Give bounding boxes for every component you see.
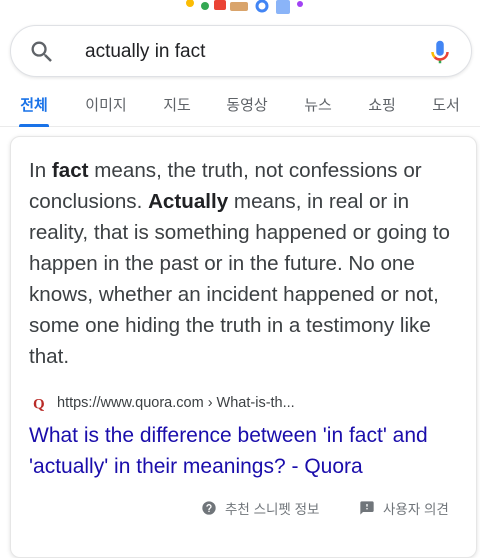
source-url: https://www.quora.com › What-is-th... [57, 395, 295, 411]
tab-label: 전체 [20, 97, 48, 114]
help-icon [202, 501, 216, 515]
tab-label: 도서 [432, 97, 460, 114]
tab-news[interactable]: 뉴스 [304, 88, 332, 126]
tab-label: 동영상 [226, 97, 268, 114]
feedback-link[interactable]: 사용자 의견 [359, 496, 449, 520]
about-snippet-link[interactable]: 추천 스니펫 정보 [201, 496, 319, 520]
mic-icon[interactable] [425, 37, 455, 67]
tab-label: 뉴스 [304, 97, 332, 114]
tab-maps[interactable]: 지도 [163, 88, 191, 126]
tab-label: 지도 [163, 97, 191, 114]
feedback-label: 사용자 의견 [383, 502, 449, 517]
tab-videos[interactable]: 동영상 [225, 88, 269, 126]
search-icon[interactable] [28, 38, 56, 66]
search-tabs: 전체 이미지 지도 동영상 뉴스 쇼핑 도서 [0, 88, 480, 127]
tab-label: 이미지 [85, 97, 127, 114]
svg-text:Q: Q [33, 397, 45, 412]
tab-all[interactable]: 전체 [19, 88, 49, 127]
snippet-text: In fact means, the truth, not confession… [29, 159, 450, 368]
feedback-icon [360, 501, 374, 515]
about-snippet-label: 추천 스니펫 정보 [225, 502, 320, 517]
snippet-bold-term: fact [51, 159, 89, 182]
snippet-bold-term: Actually [148, 190, 229, 213]
result-title-link[interactable]: What is the difference between 'in fact'… [29, 420, 469, 482]
tab-images[interactable]: 이미지 [84, 88, 128, 126]
source-citation[interactable]: Q https://www.quora.com › What-is-th... [31, 394, 295, 412]
search-input[interactable] [85, 39, 415, 65]
tab-label: 쇼핑 [368, 97, 396, 114]
tab-books[interactable]: 도서 [431, 88, 461, 126]
tab-shopping[interactable]: 쇼핑 [367, 88, 397, 126]
quora-favicon: Q [33, 397, 45, 412]
featured-snippet-card: In fact means, the truth, not confession… [10, 136, 477, 558]
doodle-strip[interactable] [0, 0, 480, 22]
search-box[interactable] [10, 25, 472, 77]
snippet-footer: 추천 스니펫 정보 사용자 의견 [11, 496, 476, 520]
